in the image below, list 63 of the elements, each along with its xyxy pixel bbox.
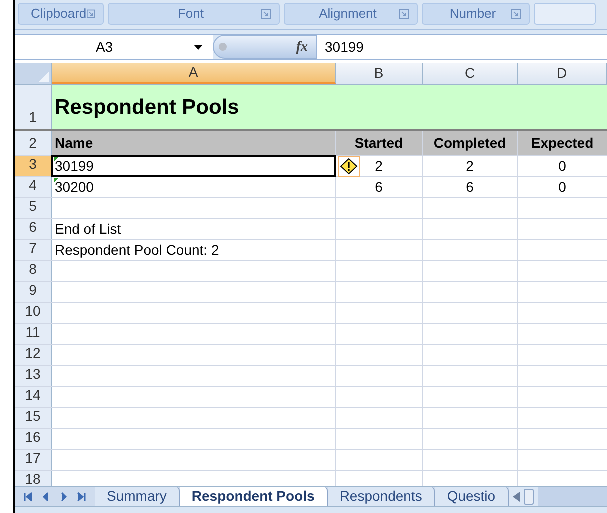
cell-text: Expected <box>531 134 594 153</box>
row-header[interactable]: 4 <box>15 177 52 197</box>
corner-triangle-icon <box>39 72 49 82</box>
name-box[interactable]: A3 <box>15 35 213 59</box>
row-header[interactable]: 9 <box>15 282 52 302</box>
cell-text: 30199 <box>55 156 94 176</box>
row-header[interactable]: 7 <box>15 240 52 260</box>
cell-text: 2 <box>466 156 474 176</box>
ribbon-group-label: Alignment <box>284 3 418 25</box>
sheet-tab[interactable]: Respondents <box>328 487 436 506</box>
scrollbar-thumb[interactable] <box>524 488 534 504</box>
cell-text: 0 <box>558 178 566 196</box>
row-header[interactable]: 8 <box>15 261 52 281</box>
select-all-button[interactable] <box>15 63 52 84</box>
cell-text: End of List <box>55 220 122 238</box>
sheet-nav-icon[interactable] <box>23 492 33 502</box>
row-header[interactable]: 16 <box>15 429 52 449</box>
row-header[interactable]: 3 <box>15 156 52 176</box>
row-header[interactable]: 6 <box>15 219 52 239</box>
scroll-left-icon[interactable] <box>512 492 520 502</box>
sheet-title: Respondent Pools <box>55 94 240 120</box>
dialog-launcher-icon[interactable] <box>511 9 521 19</box>
row-header[interactable]: 13 <box>15 366 52 386</box>
column-header[interactable]: A <box>52 63 336 84</box>
sheet-nav-icon[interactable] <box>77 492 87 502</box>
warning-icon[interactable] <box>338 156 360 177</box>
cell-text: 6 <box>375 178 383 196</box>
cell-text: Respondent Pool Count: 2 <box>55 240 220 260</box>
column-header[interactable]: C <box>423 63 518 84</box>
dialog-launcher-icon[interactable] <box>399 9 409 19</box>
row-header[interactable]: 12 <box>15 345 52 365</box>
cell-text: Name <box>55 134 94 152</box>
row-header[interactable]: 5 <box>15 198 52 218</box>
row-header[interactable]: 10 <box>15 303 52 323</box>
row-header[interactable]: 2 <box>15 131 52 155</box>
column-header[interactable]: B <box>336 63 423 84</box>
cell-text: Completed <box>434 134 506 153</box>
row-header[interactable]: 14 <box>15 387 52 407</box>
row-header[interactable]: 11 <box>15 324 52 344</box>
cell-text: Started <box>354 134 404 152</box>
ribbon-group-label <box>534 3 596 25</box>
cell-text: 2 <box>375 156 383 176</box>
formula-field[interactable]: 30199 <box>317 35 607 59</box>
ribbon-group-label: Number <box>422 3 530 25</box>
resize-handle-icon[interactable] <box>218 42 228 52</box>
cell-text: 0 <box>558 156 566 176</box>
sheet-tab[interactable]: Summary <box>95 487 180 506</box>
row-header[interactable]: 1 <box>15 85 52 129</box>
horizontal-scrollbar[interactable] <box>538 487 607 506</box>
row-header[interactable]: 18 <box>15 471 52 486</box>
cell-text: 6 <box>466 178 474 196</box>
dropdown-caret-icon[interactable] <box>194 44 203 50</box>
ribbon-group-label: Font <box>108 3 280 25</box>
column-header[interactable]: D <box>518 63 607 84</box>
sheet-tab[interactable]: Questio <box>435 487 509 506</box>
function-icon[interactable]: fx <box>296 36 308 58</box>
row-header[interactable]: 17 <box>15 450 52 470</box>
sheet-tab[interactable]: Respondent Pools <box>180 487 328 506</box>
row-header[interactable]: 15 <box>15 408 52 428</box>
dialog-launcher-icon[interactable] <box>261 9 271 19</box>
ribbon-group-label: Clipboard <box>18 3 104 25</box>
dialog-launcher-icon[interactable] <box>86 9 95 19</box>
cell-text: 30200 <box>55 178 94 196</box>
